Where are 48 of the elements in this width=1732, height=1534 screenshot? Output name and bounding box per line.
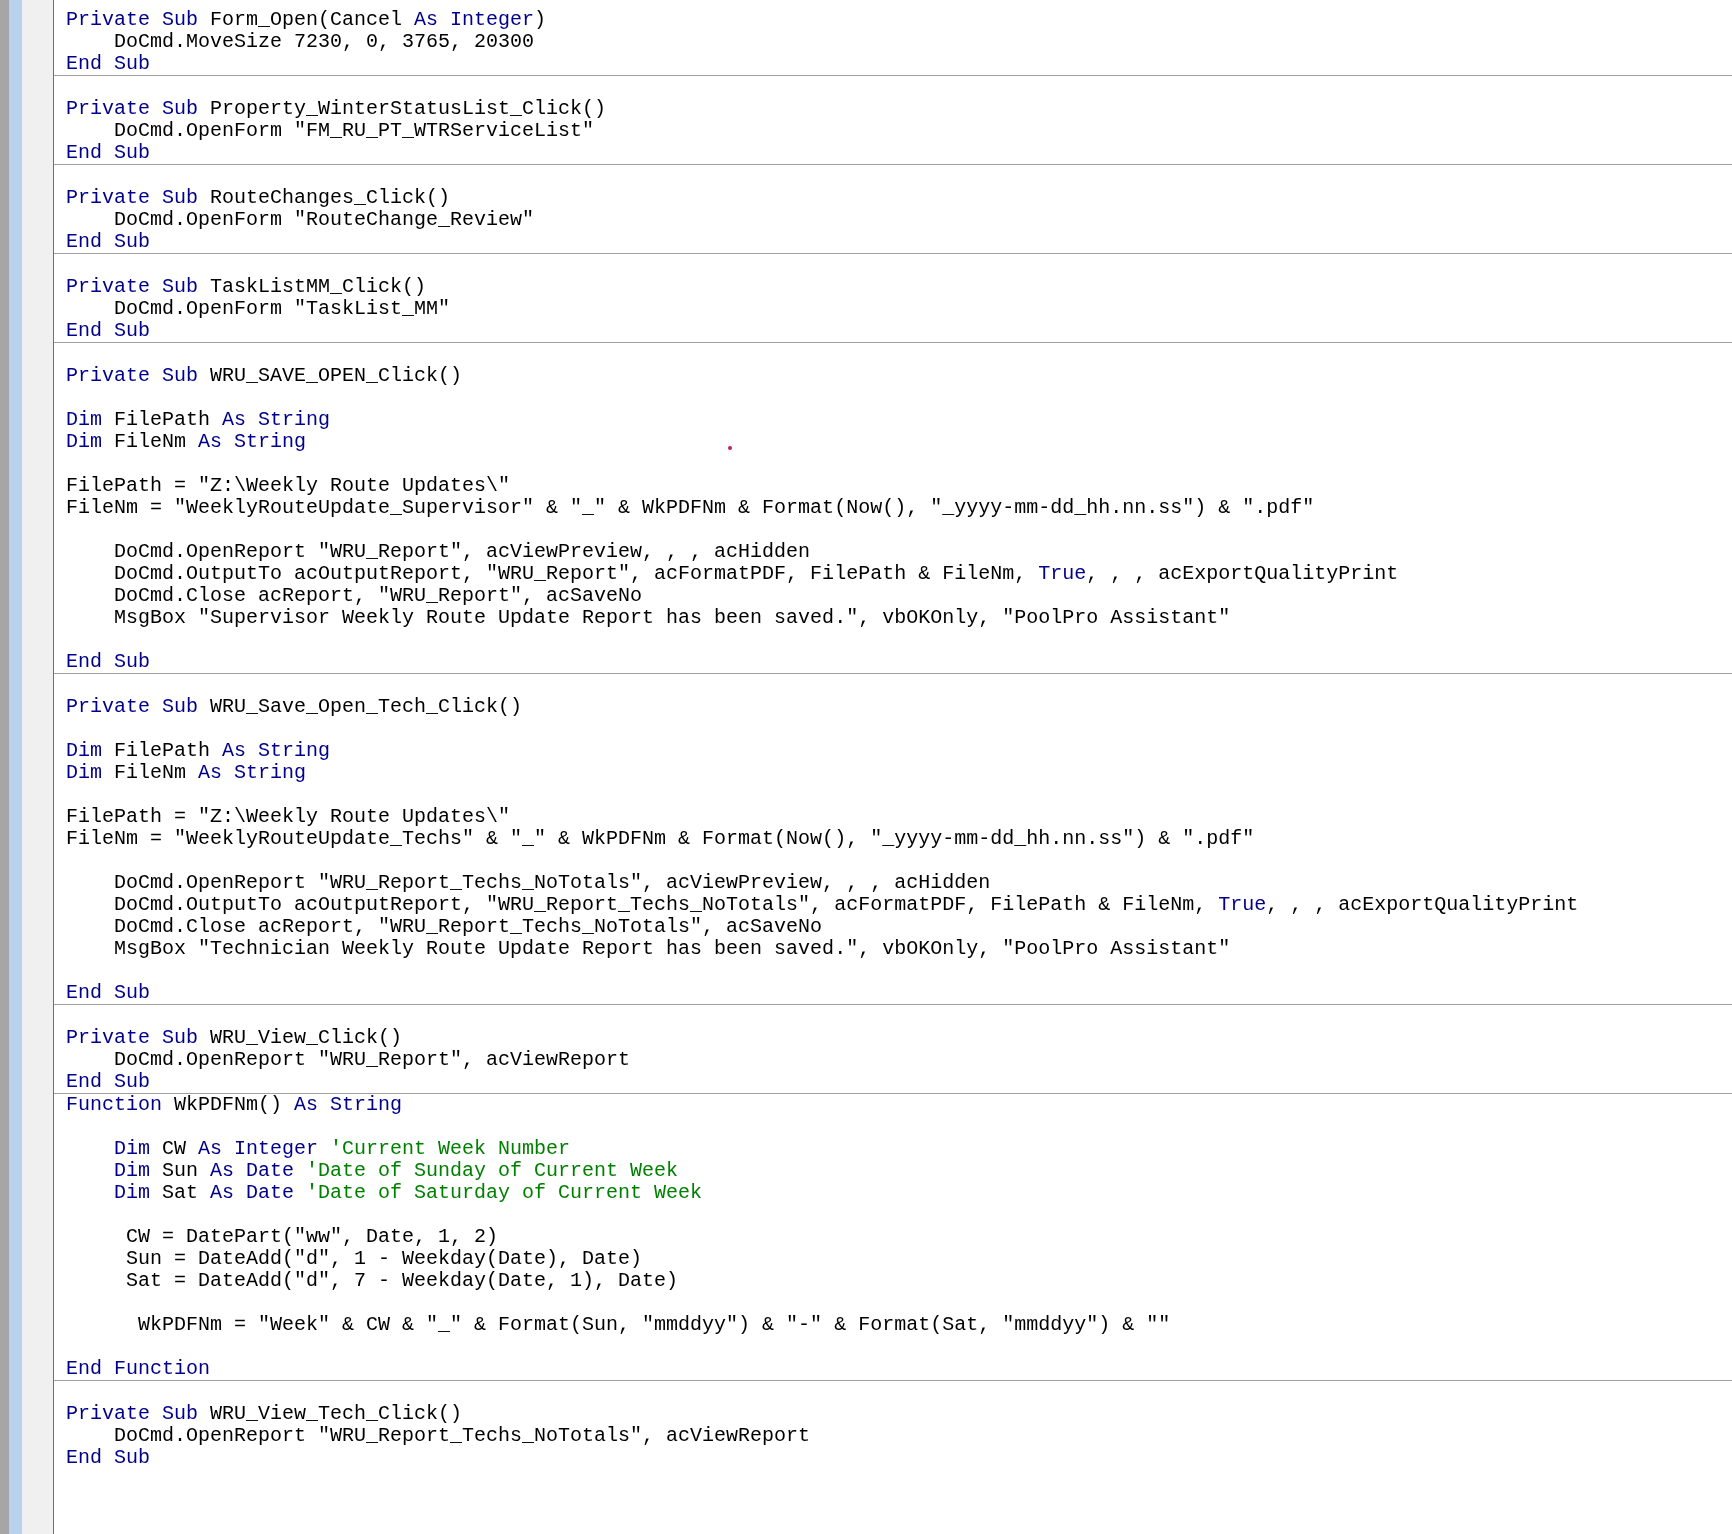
code-line: MsgBox "Supervisor Weekly Route Update Report has been saved.", vbOKOnly, "PoolPro Assistant" [113,607,1231,629]
code-line: FileNm = "WeeklyRouteUpdate_Techs" & "_" & WkPDFNm & Format(Now(), "_yyyy-mm-dd_hh.nn.ss") & ".pdf" [65,828,1255,850]
code-line: DoCmd.OpenForm "TaskList_MM" [113,298,451,320]
code-line: End Sub [65,651,150,673]
code-line: Private Sub WRU_Save_Open_Tech_Click() [65,696,523,718]
code-line: Dim Sun As Date 'Date of Sunday of Current Week [113,1160,679,1182]
code-line: DoCmd.OutputTo acOutputReport, "WRU_Report_Techs_NoTotals", acFormatPDF, FilePath & FileNm, True, , , acExportQualityPrint [113,894,1579,916]
code-line: CW = DatePart("ww", Date, 1, 2) [125,1226,499,1248]
code-line: Function WkPDFNm() As String [65,1094,403,1116]
code-line: WkPDFNm = "Week" & CW & "_" & Format(Sun, "mmddyy") & "-" & Format(Sat, "mmddyy") & "" [137,1314,1171,1336]
code-line: Private Sub RouteChanges_Click() [65,187,451,209]
code-line: DoCmd.OpenReport "WRU_Report_Techs_NoTotals", acViewPreview, , , acHidden [113,872,991,894]
code-line: Private Sub Form_Open(Cancel As Integer) [65,9,547,31]
code-line: Sun = DateAdd("d", 1 - Weekday(Date), Date) [125,1248,643,1270]
code-line: Dim FilePath As String [65,740,331,762]
code-line: Private Sub TaskListMM_Click() [65,276,427,298]
code-line: DoCmd.OpenReport "WRU_Report", acViewReport [113,1049,631,1071]
code-line: Private Sub WRU_SAVE_OPEN_Click() [65,365,463,387]
code-line: DoCmd.OpenReport "WRU_Report", acViewPreview, , , acHidden [113,541,811,563]
code-line: Dim CW As Integer 'Current Week Number [113,1138,571,1160]
code-line: DoCmd.Close acReport, "WRU_Report", acSaveNo [113,585,643,607]
code-line: Dim Sat As Date 'Date of Saturday of Current Week [113,1182,703,1204]
dot-mark [728,446,732,450]
code-line: Private Sub WRU_View_Click() [65,1027,403,1049]
code-line: Private Sub Property_WinterStatusList_Click() [65,98,607,120]
code-line: Dim FileNm As String [65,431,307,453]
code-line: End Sub [65,53,150,75]
code-line: DoCmd.OpenForm "FM_RU_PT_WTRServiceList" [113,120,595,142]
code-line: Sat = DateAdd("d", 7 - Weekday(Date, 1), Date) [125,1270,679,1292]
code-line: FilePath = "Z:\Weekly Route Updates\" [65,475,511,497]
code-line: DoCmd.MoveSize 7230, 0, 3765, 20300 [113,31,535,53]
code-line: End Sub [65,142,150,164]
code-line: DoCmd.OutputTo acOutputReport, "WRU_Report", acFormatPDF, FilePath & FileNm, True, , , acExportQualityPrint [113,563,1399,585]
code-line: DoCmd.Close acReport, "WRU_Report_Techs_NoTotals", acSaveNo [113,916,823,938]
code-line: Dim FilePath As String [65,409,331,431]
code-line: End Sub [65,231,150,253]
code-line: End Sub [65,1447,150,1469]
code-line: End Sub [65,1071,150,1093]
code-line: End Function [65,1358,211,1380]
code-line: FilePath = "Z:\Weekly Route Updates\" [65,806,511,828]
code-line: DoCmd.OpenForm "RouteChange_Review" [113,209,535,231]
code-line: FileNm = "WeeklyRouteUpdate_Supervisor" & "_" & WkPDFNm & Format(Now(), "_yyyy-mm-dd_hh.nn.ss") & ".pdf" [65,497,1315,519]
code-line: Private Sub WRU_View_Tech_Click() [65,1403,463,1425]
code-line: End Sub [65,320,150,342]
code-line: MsgBox "Technician Weekly Route Update Report has been saved.", vbOKOnly, "PoolPro Assistant" [113,938,1231,960]
code-line: DoCmd.OpenReport "WRU_Report_Techs_NoTotals", acViewReport [113,1425,811,1447]
code-line: Dim FileNm As String [65,762,307,784]
code-line: End Sub [65,982,150,1004]
